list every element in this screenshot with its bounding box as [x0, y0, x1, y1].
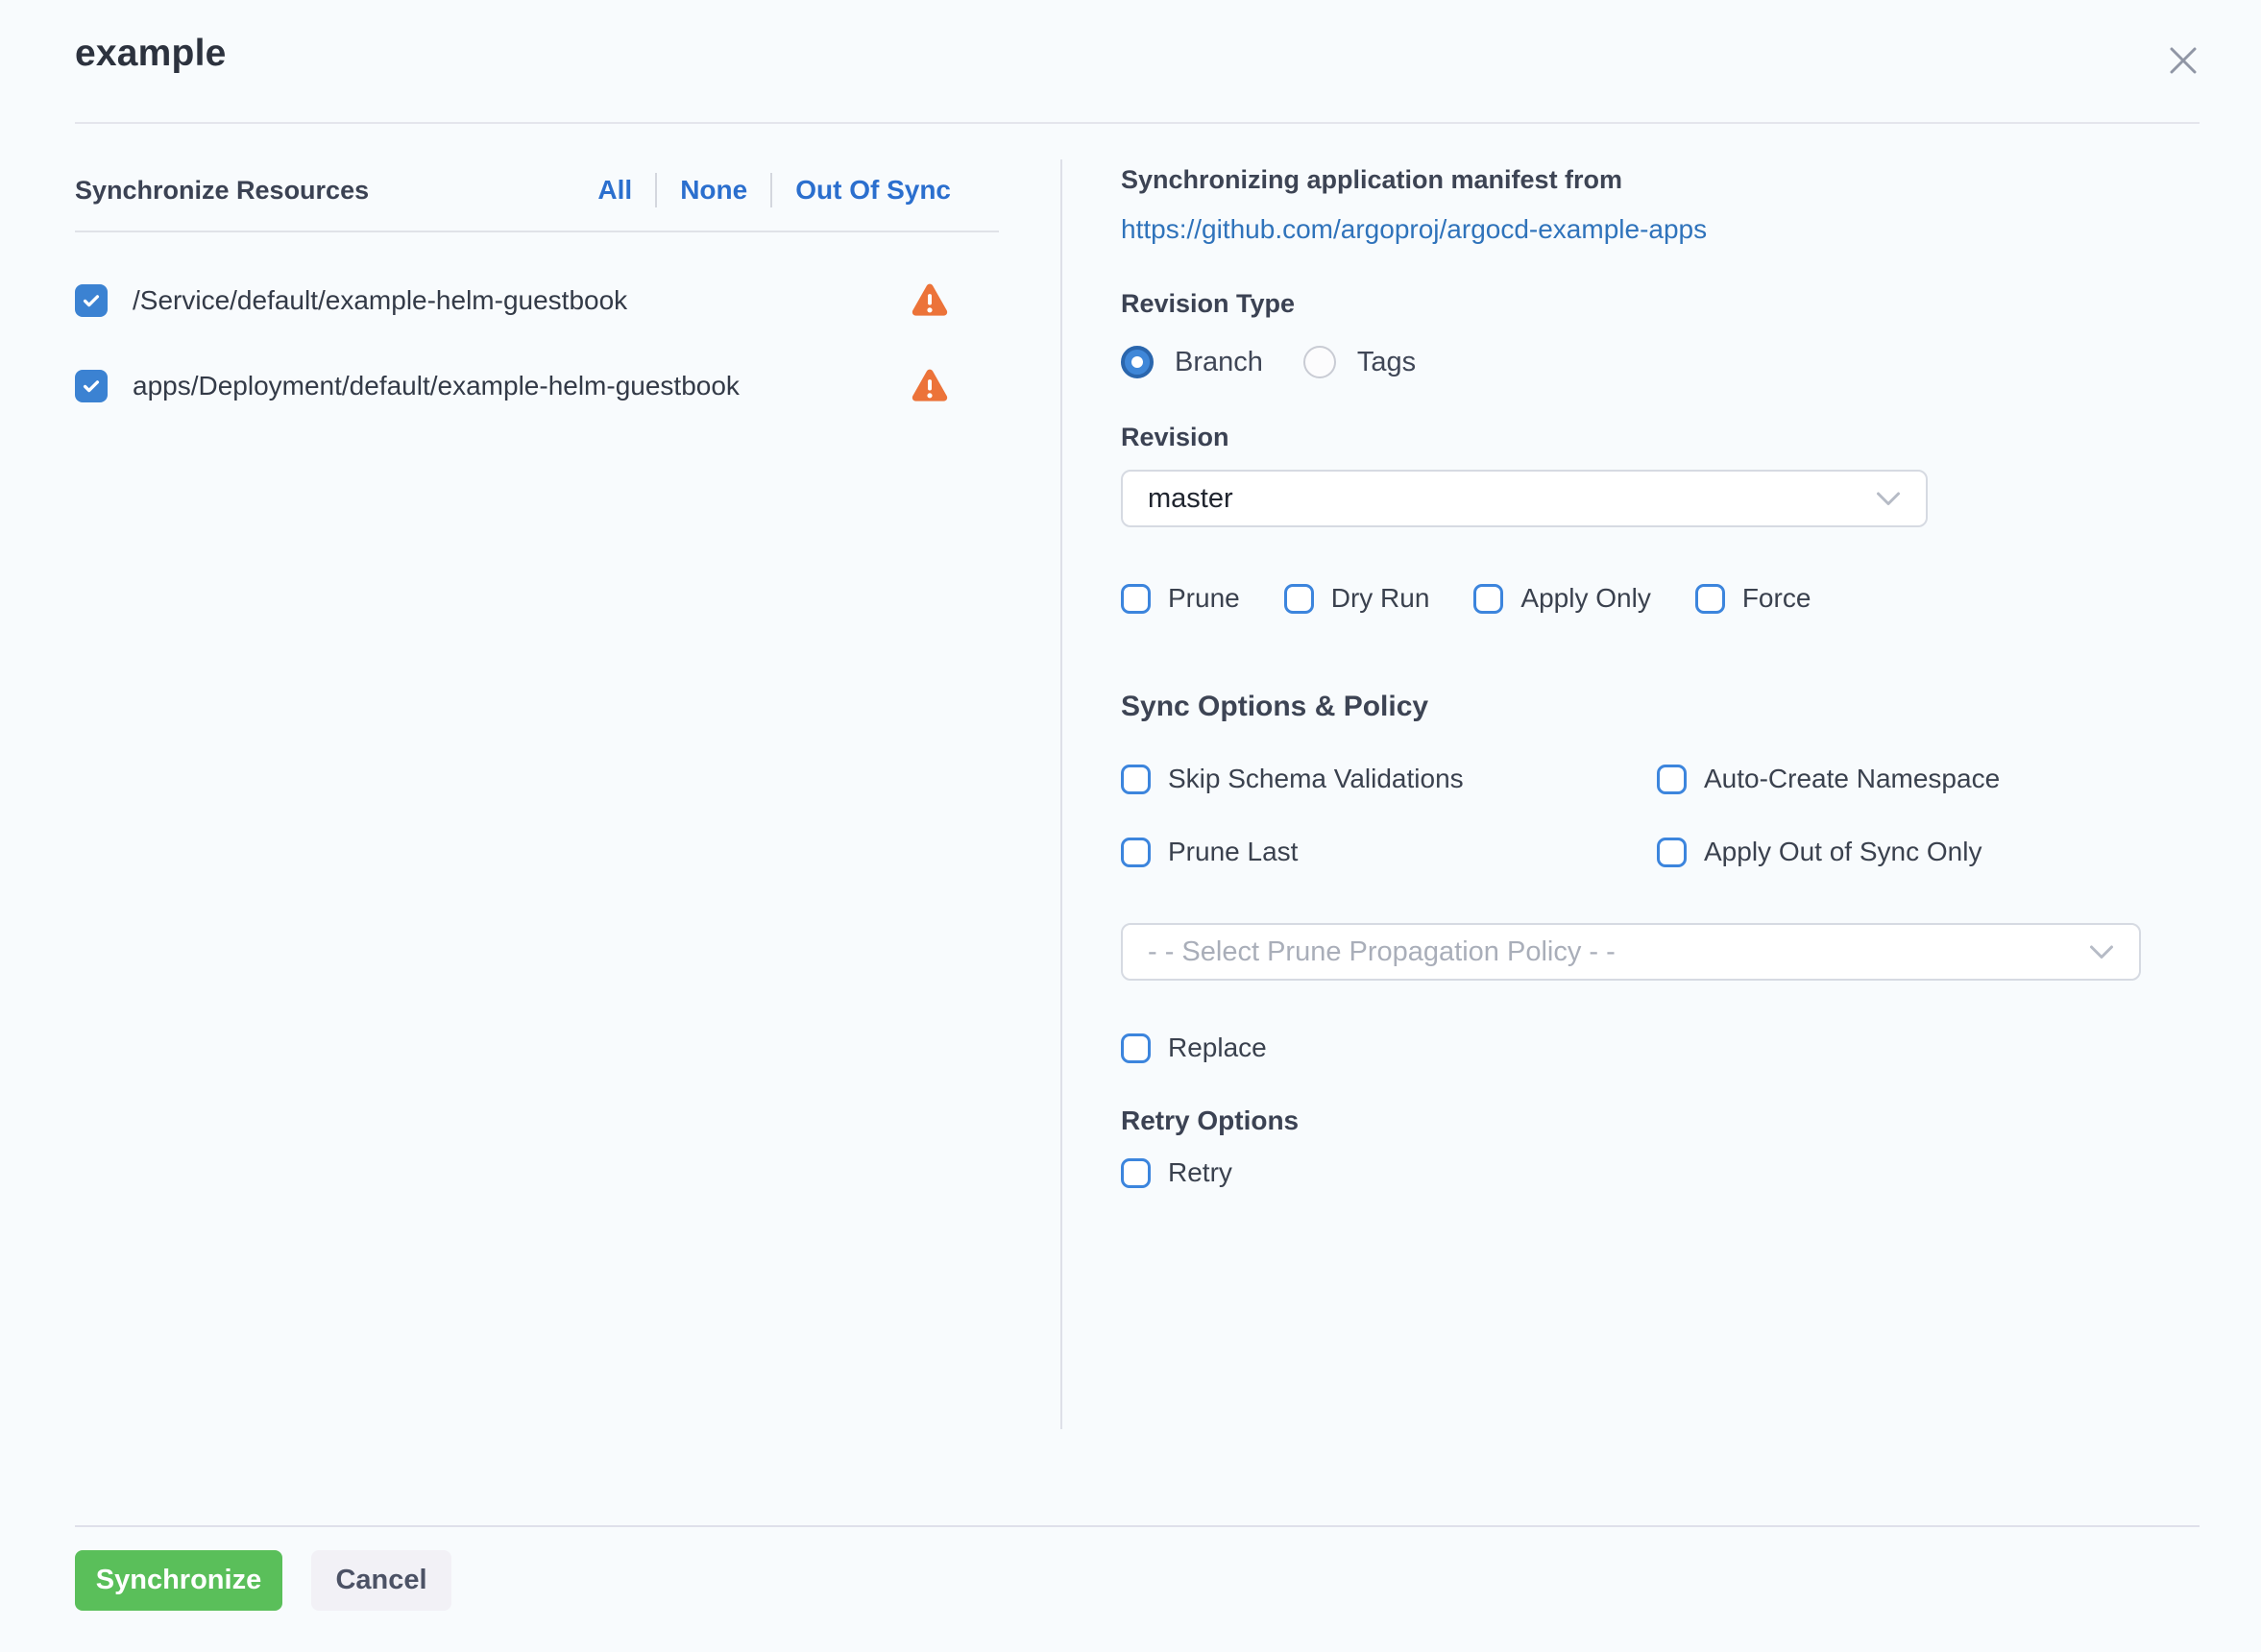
retry-options-label: Retry Options	[1121, 1105, 2201, 1136]
manifest-label: Synchronizing application manifest from	[1121, 165, 2201, 195]
resource-row: apps/Deployment/default/example-helm-gue…	[75, 368, 999, 403]
page-title: example	[75, 33, 227, 75]
apply-out-of-sync-only-checkbox[interactable]	[1657, 838, 1687, 867]
resource-label: /Service/default/example-helm-guestbook	[133, 285, 627, 316]
replace-checkbox[interactable]	[1121, 1033, 1151, 1063]
checkbox-option-dry-run[interactable]: Dry Run	[1284, 583, 1430, 614]
prune-last-checkbox[interactable]	[1121, 838, 1151, 867]
revision-select-value: master	[1148, 483, 1233, 515]
manifest-url-link[interactable]: https://github.com/argoproj/argocd-examp…	[1121, 214, 2201, 245]
checkbox-option-apply-only[interactable]: Apply Only	[1473, 583, 1650, 614]
checkbox-option-retry[interactable]: Retry	[1121, 1157, 2201, 1188]
check-icon	[81, 376, 102, 397]
auto-create-namespace-checkbox[interactable]	[1657, 765, 1687, 794]
filter-group: AllNoneOut Of Sync	[574, 173, 999, 207]
warning-triangle-icon	[911, 368, 949, 403]
resource-label: apps/Deployment/default/example-helm-gue…	[133, 371, 740, 401]
checkbox-option-prune[interactable]: Prune	[1121, 583, 1240, 614]
checkbox-option-auto-create-namespace[interactable]: Auto-Create Namespace	[1657, 764, 2201, 794]
panel-divider	[1060, 159, 1062, 1429]
radio-label: Tags	[1357, 347, 1416, 378]
checkbox-label: Replace	[1168, 1032, 1267, 1063]
checkbox-label: Force	[1742, 583, 1811, 614]
chevron-down-icon	[2089, 944, 2114, 960]
resource-panel-header: Synchronize Resources AllNoneOut Of Sync	[75, 125, 999, 232]
filter-out-of-sync[interactable]: Out Of Sync	[772, 175, 974, 206]
checkbox-label: Apply Out of Sync Only	[1704, 837, 1981, 867]
resource-checkbox-checked[interactable]	[75, 370, 108, 402]
checkbox-option-replace[interactable]: Replace	[1121, 1032, 2201, 1063]
warning-triangle-icon	[911, 282, 949, 318]
header-divider	[75, 122, 2200, 124]
revision-type-radio-group: Branch Tags	[1121, 346, 2201, 378]
force-checkbox[interactable]	[1695, 584, 1725, 614]
revision-select[interactable]: master	[1121, 470, 1928, 527]
skip-schema-validations-checkbox[interactable]	[1121, 765, 1151, 794]
replace-row: Replace	[1121, 1032, 2201, 1063]
close-icon[interactable]	[2161, 38, 2205, 83]
radio-label: Branch	[1175, 347, 1263, 378]
retry-row: Retry	[1121, 1157, 2201, 1188]
prune-propagation-policy-select[interactable]: - - Select Prune Propagation Policy - -	[1121, 923, 2141, 981]
checkbox-label: Auto-Create Namespace	[1704, 764, 2000, 794]
checkbox-label: Dry Run	[1331, 583, 1430, 614]
resource-checkbox-checked[interactable]	[75, 284, 108, 317]
retry-checkbox[interactable]	[1121, 1158, 1151, 1188]
radio-option-tags[interactable]: Tags	[1303, 346, 1416, 378]
revision-label: Revision	[1121, 423, 2201, 452]
resource-list: /Service/default/example-helm-guestbook …	[75, 282, 999, 403]
apply-only-checkbox[interactable]	[1473, 584, 1503, 614]
check-icon	[81, 290, 102, 311]
checkbox-label: Prune Last	[1168, 837, 1298, 867]
sync-flags-row: Prune Dry Run Apply Only Force	[1121, 583, 2201, 614]
prune-checkbox[interactable]	[1121, 584, 1151, 614]
filter-none[interactable]: None	[657, 175, 770, 206]
synchronize-button[interactable]: Synchronize	[75, 1550, 282, 1611]
checkbox-label: Retry	[1168, 1157, 1232, 1188]
checkbox-option-skip-schema-validations[interactable]: Skip Schema Validations	[1121, 764, 1657, 794]
resource-row: /Service/default/example-helm-guestbook	[75, 282, 999, 318]
checkbox-label: Skip Schema Validations	[1168, 764, 1464, 794]
revision-type-label: Revision Type	[1121, 289, 2201, 319]
checkbox-label: Apply Only	[1520, 583, 1650, 614]
radio-option-branch[interactable]: Branch	[1121, 346, 1263, 378]
checkbox-option-apply-out-of-sync-only[interactable]: Apply Out of Sync Only	[1657, 837, 2201, 867]
chevron-down-icon	[1876, 491, 1901, 507]
radio-icon[interactable]	[1303, 346, 1336, 378]
footer: Synchronize Cancel	[75, 1525, 2200, 1611]
sync-options-heading: Sync Options & Policy	[1121, 691, 2201, 723]
checkbox-option-force[interactable]: Force	[1695, 583, 1811, 614]
prune-policy-placeholder: - - Select Prune Propagation Policy - -	[1148, 936, 1616, 968]
dry-run-checkbox[interactable]	[1284, 584, 1314, 614]
resource-panel: Synchronize Resources AllNoneOut Of Sync…	[75, 125, 999, 403]
radio-icon[interactable]	[1121, 346, 1154, 378]
checkbox-label: Prune	[1168, 583, 1240, 614]
cancel-button[interactable]: Cancel	[311, 1550, 451, 1611]
checkbox-option-prune-last[interactable]: Prune Last	[1121, 837, 1657, 867]
sync-options-grid: Skip Schema Validations Auto-Create Name…	[1121, 764, 2201, 867]
filter-all[interactable]: All	[574, 175, 655, 206]
sync-options-panel: Synchronizing application manifest from …	[1121, 165, 2201, 1188]
synchronize-resources-label: Synchronize Resources	[75, 176, 369, 206]
